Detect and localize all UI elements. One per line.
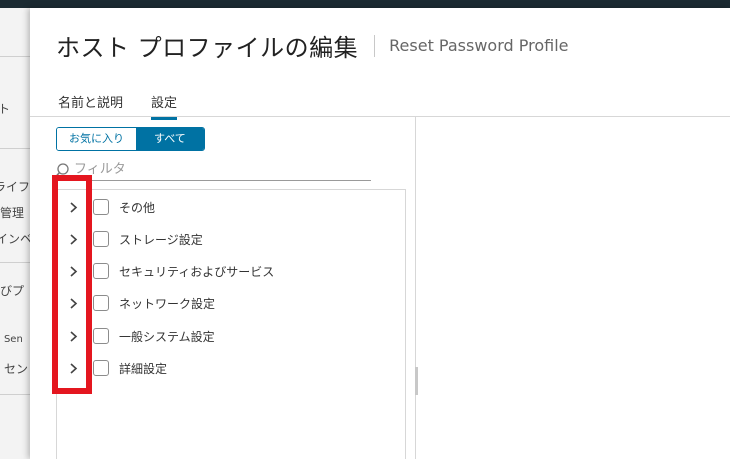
background-navigator: ト ライフ 管理 インベ びプ l Sen セン: [0, 8, 30, 459]
background-nav-text: l Sen: [0, 334, 23, 345]
filter-input[interactable]: [74, 162, 354, 177]
checkbox[interactable]: [93, 360, 109, 376]
tree-item-label: 詳細設定: [119, 361, 168, 376]
tree-row-storage[interactable]: ストレージ設定: [57, 223, 405, 255]
tree-item-label: ストレージ設定: [119, 232, 203, 247]
background-nav-text: インベ: [0, 232, 30, 246]
tree-row-network[interactable]: ネットワーク設定: [57, 287, 405, 319]
chevron-right-icon[interactable]: [67, 201, 79, 213]
tree-item-label: 一般システム設定: [119, 329, 215, 344]
background-nav-text: ト: [0, 102, 11, 116]
background-divider: [0, 262, 30, 263]
checkbox[interactable]: [93, 231, 109, 247]
background-nav-text: ライフ: [0, 180, 30, 194]
tree-item-label: セキュリティおよびサービス: [119, 264, 275, 279]
checkbox[interactable]: [93, 295, 109, 311]
background-nav-text: セン: [4, 362, 29, 376]
filter-field: [56, 159, 371, 181]
background-divider: [0, 56, 30, 57]
favorites-toggle-button[interactable]: お気に入り: [57, 128, 136, 150]
edit-host-profile-dialog: ホスト プロファイルの編集 Reset Password Profile 名前と…: [30, 8, 730, 459]
view-toggle: お気に入り すべて: [56, 127, 205, 151]
checkbox[interactable]: [93, 328, 109, 344]
background-header-bar: [0, 0, 730, 8]
tree-row-general-system[interactable]: 一般システム設定: [57, 320, 405, 352]
dialog-subtitle: Reset Password Profile: [389, 36, 569, 55]
settings-tree-pane: お気に入り すべて その他 ストレージ設定: [30, 117, 416, 459]
tree-row-other[interactable]: その他: [57, 191, 405, 223]
chevron-right-icon[interactable]: [67, 265, 79, 277]
checkbox[interactable]: [93, 263, 109, 279]
all-toggle-button[interactable]: すべて: [136, 128, 204, 150]
chevron-right-icon[interactable]: [67, 297, 79, 309]
tree-row-advanced[interactable]: 詳細設定: [57, 352, 405, 384]
tree-row-security[interactable]: セキュリティおよびサービス: [57, 255, 405, 287]
settings-detail-pane: [417, 117, 730, 459]
background-nav-text: びプ: [0, 284, 25, 298]
tree-item-label: ネットワーク設定: [119, 296, 216, 311]
chevron-right-icon[interactable]: [67, 362, 79, 374]
dialog-title: ホスト プロファイルの編集: [56, 34, 359, 62]
background-divider: [0, 394, 30, 395]
dialog-header: ホスト プロファイルの編集 Reset Password Profile: [56, 28, 569, 63]
chevron-right-icon[interactable]: [67, 233, 79, 245]
background-divider: [0, 148, 30, 149]
tree-item-label: その他: [119, 200, 156, 215]
search-icon: [56, 162, 69, 176]
title-divider: [374, 34, 376, 57]
background-nav-text: 管理: [0, 206, 25, 220]
settings-tree: その他 ストレージ設定 セキュリティおよびサービス ネットワーク設定 一般システ: [56, 189, 406, 459]
checkbox[interactable]: [93, 199, 109, 215]
chevron-right-icon[interactable]: [67, 330, 79, 342]
